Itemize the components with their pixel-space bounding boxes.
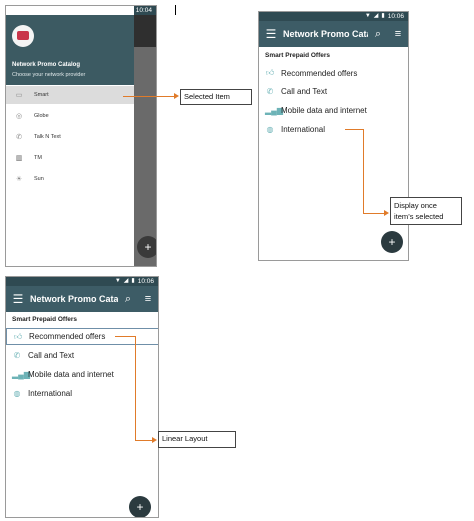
offer-item-label: Call and Text (281, 87, 328, 96)
globe-icon: ◍ (13, 389, 21, 398)
phone-message-icon: ✆ (13, 351, 21, 360)
filter-icon[interactable]: ≡ (138, 293, 158, 305)
display-once-connector-vertical (363, 129, 364, 213)
display-once-arrow (384, 210, 389, 216)
offer-item-call-and-text[interactable]: ✆ Call and Text (265, 87, 327, 96)
display-once-connector-bottom (363, 213, 385, 214)
text-cursor (175, 5, 176, 15)
offer-item-label: International (281, 125, 326, 134)
thumbs-up-icon: 👍︎ (265, 68, 275, 77)
drawer-item-globe[interactable]: ◎ Globe (6, 107, 134, 125)
menu-icon[interactable]: ☰ (259, 27, 283, 41)
smart-icon: ▭ (15, 92, 23, 99)
battery-icon: ▮ (381, 13, 385, 19)
offer-item-international[interactable]: ◍ International (265, 125, 326, 134)
menu-icon[interactable]: ☰ (6, 292, 30, 306)
section-title: Smart Prepaid Offers (12, 316, 78, 323)
offers-phone-screen-a: ▼ ◢ ▮ 10:06 ☰ Network Promo Cata... ⌕ ≡ … (258, 11, 409, 261)
offer-item-label: Recommended offers (29, 332, 106, 341)
search-icon[interactable]: ⌕ (118, 293, 138, 306)
signal-icon: ◢ (123, 278, 129, 284)
thumbs-up-icon: 👍︎ (13, 331, 23, 341)
display-once-connector-top (345, 129, 363, 130)
signal-icon: ◢ (373, 13, 379, 19)
toolbar-title: Network Promo Cata... (283, 29, 368, 39)
globe-icon: ◎ (15, 113, 23, 120)
status-time: 10:06 (387, 13, 404, 20)
navigation-drawer: Network Promo Catalog Choose your networ… (6, 6, 134, 266)
app-subtitle: Choose your network provider (12, 72, 86, 78)
offer-item-mobile-data[interactable]: ▂▄▆ Mobile data and internet (12, 370, 114, 379)
linear-layout-connector-vertical (135, 336, 136, 440)
offer-item-label: Recommended offers (281, 68, 358, 78)
sun-icon: ☀ (15, 176, 23, 183)
signal-bars-icon: ▂▄▆ (12, 370, 30, 379)
globe-icon: ◍ (266, 125, 274, 134)
talk-n-text-icon: ✆ (16, 134, 22, 141)
display-once-callout: Display once item’s selected (390, 197, 462, 225)
drawer-header: Network Promo Catalog Choose your networ… (6, 15, 134, 85)
offer-item-mobile-data[interactable]: ▂▄▆ Mobile data and internet (265, 106, 367, 115)
status-time: 10:06 (137, 278, 154, 285)
search-icon[interactable]: ⌕ (368, 28, 388, 41)
drawer-item-label: Talk N Text (34, 134, 61, 140)
status-bar: ▼ ◢ ▮ 10:06 (259, 12, 408, 21)
linear-layout-arrow (152, 437, 157, 443)
app-logo (12, 25, 34, 47)
drawer-item-label: Globe (34, 113, 49, 119)
offer-item-label: Mobile data and internet (28, 370, 114, 379)
offer-item-label: Call and Text (28, 351, 75, 360)
drawer-item-label: Smart (34, 92, 49, 98)
drawer-item-label: Sun (34, 176, 44, 182)
offer-item-recommended[interactable]: 👍︎ Recommended offers (6, 328, 158, 345)
add-fab-button[interactable]: + (137, 236, 156, 258)
drawer-item-sun[interactable]: ☀ Sun (6, 170, 134, 188)
selected-item-callout: Selected Item (180, 89, 252, 105)
toolbar: ☰ Network Promo Cata... ⌕ ≡ (259, 21, 408, 47)
drawer-item-label: TM (34, 155, 42, 161)
wifi-icon: ▼ (364, 13, 371, 19)
toolbar: ☰ Network Promo Cata... ⌕ ≡ (6, 286, 158, 312)
offer-item-international[interactable]: ◍ International (12, 389, 73, 398)
add-fab-button[interactable]: + (381, 231, 403, 253)
linear-layout-connector-bottom (135, 440, 153, 441)
battery-icon: ▮ (131, 278, 135, 284)
wifi-icon: ▼ (114, 278, 121, 284)
offer-item-call-and-text[interactable]: ✆ Call and Text (12, 351, 74, 360)
toolbar-title: Network Promo Cata... (30, 294, 118, 304)
drawer-item-talk-n-text[interactable]: ✆ Talk N Text (6, 128, 134, 146)
section-title: Smart Prepaid Offers (265, 52, 331, 59)
tm-icon: ▥ (15, 155, 23, 162)
drawer-item-smart[interactable]: ▭ Smart (6, 86, 134, 104)
status-time: 10:04 (135, 7, 152, 14)
selected-item-arrow (174, 93, 179, 99)
offer-item-label: International (28, 389, 73, 398)
phone-message-icon: ✆ (266, 87, 274, 96)
linear-layout-callout: Linear Layout (158, 431, 236, 448)
signal-bars-icon: ▂▄▆ (265, 106, 283, 115)
scrim-toolbar (134, 15, 156, 47)
filter-icon[interactable]: ≡ (388, 28, 408, 40)
content-scrim[interactable] (134, 15, 156, 266)
drawer-phone-screen: ▼ ◢ ▮ 10:04 + Network Promo Catalog Choo… (5, 5, 157, 267)
offer-item-recommended[interactable]: 👍︎ Recommended offers (265, 68, 358, 78)
selected-item-connector (123, 96, 175, 97)
offer-item-label: Mobile data and internet (281, 106, 367, 115)
add-fab-button[interactable]: + (129, 496, 151, 517)
drawer-item-tm[interactable]: ▥ TM (6, 149, 134, 167)
status-bar: ▼ ◢ ▮ 10:06 (6, 277, 158, 286)
linear-layout-connector-top (115, 336, 135, 337)
app-title: Network Promo Catalog (12, 62, 81, 68)
